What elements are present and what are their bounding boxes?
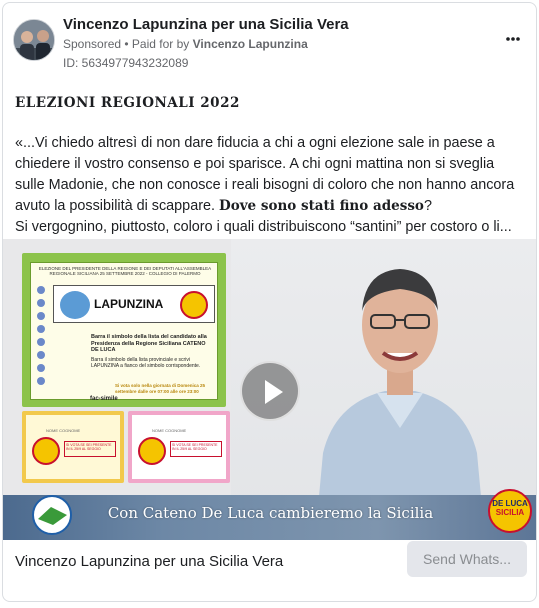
ballot-card-label: NOME COGNOME bbox=[152, 428, 187, 433]
ballot-party-logos bbox=[34, 283, 48, 393]
ballot-card-inner: NOME COGNOME SI VOTA SE SEI PRESENTE IN … bbox=[26, 415, 120, 479]
video-caption: Con Cateno De Luca cambieremo la Sicilia bbox=[107, 504, 434, 522]
ballot-instruction-2: Barra il simbolo della lista provinciale… bbox=[91, 357, 201, 369]
sicilia-vera-logo bbox=[60, 291, 90, 319]
sponsored-line: Sponsored • Paid for by Vincenzo Lapunzi… bbox=[63, 37, 308, 51]
page-name-link[interactable]: Vincenzo Lapunzina per una Sicilia Vera bbox=[63, 16, 349, 33]
ballot-sheet: ELEZIONE DEL PRESIDENTE DELLA REGIONE E … bbox=[30, 262, 218, 400]
party-logo bbox=[37, 338, 45, 346]
ballot-card-yellow: NOME COGNOME SI VOTA SE SEI PRESENTE IN … bbox=[22, 411, 124, 483]
deluca-small-logo bbox=[138, 437, 166, 465]
play-icon[interactable] bbox=[240, 361, 300, 421]
deluca-logo-line2: SICILIA bbox=[495, 508, 525, 517]
ballot-card-red-text: SI VOTA SE SEI PRESENTE IN IL 25/9 AL SE… bbox=[170, 441, 222, 457]
party-logo bbox=[37, 325, 45, 333]
more-options-button[interactable] bbox=[506, 29, 520, 41]
deluca-logo: DE LUCA SICILIA bbox=[488, 489, 532, 533]
video-media[interactable]: ELEZIONE DEL PRESIDENTE DELLA REGIONE E … bbox=[3, 239, 536, 540]
ballot-instruction-3: Si vota solo nella giornata di Domenica … bbox=[115, 383, 206, 394]
ad-card: Vincenzo Lapunzina per una Sicilia Vera … bbox=[2, 2, 537, 602]
footer-title[interactable]: Vincenzo Lapunzina per una Sicilia Vera bbox=[15, 553, 283, 570]
party-logo bbox=[37, 286, 45, 294]
avatar-image bbox=[14, 20, 54, 60]
ballot-header: ELEZIONE DEL PRESIDENTE DELLA REGIONE E … bbox=[38, 266, 212, 276]
ballot-card-red-text: SI VOTA SE SEI PRESENTE IN IL 25/9 AL SE… bbox=[64, 441, 116, 457]
ballot-card-label: NOME COGNOME bbox=[46, 428, 81, 433]
ad-body-paragraph: «...Vi chiedo altresì di non dare fiduci… bbox=[15, 133, 527, 217]
deluca-small-logo bbox=[180, 291, 208, 319]
party-logo bbox=[37, 312, 45, 320]
body-text-part2: ? bbox=[423, 198, 432, 214]
page-avatar[interactable] bbox=[13, 19, 55, 61]
ad-id: ID: 5634977943232089 bbox=[63, 56, 189, 70]
separator-dot: • bbox=[121, 37, 132, 51]
ballot-instruction-1: Barra il simbolo della lista del candida… bbox=[91, 334, 207, 353]
ad-body-title: ELEZIONI REGIONALI 2022 bbox=[15, 95, 240, 111]
send-whatsapp-button[interactable]: Send Whats... bbox=[407, 541, 527, 577]
party-logo bbox=[37, 351, 45, 359]
paid-for-name: Vincenzo Lapunzina bbox=[192, 37, 308, 51]
sponsored-label: Sponsored bbox=[63, 37, 122, 51]
facsimile-label: fac-simile bbox=[90, 396, 118, 402]
party-logo bbox=[37, 299, 45, 307]
more-horizontal-icon bbox=[506, 37, 520, 41]
deluca-logo-line1: DE LUCA bbox=[492, 499, 528, 508]
paid-for-prefix: Paid for by bbox=[131, 37, 193, 51]
party-logo bbox=[37, 364, 45, 372]
ad-body-line2: Si vergognino, piuttosto, coloro i quali… bbox=[15, 219, 512, 235]
ballot-card-inner: NOME COGNOME SI VOTA SE SEI PRESENTE IN … bbox=[132, 415, 226, 479]
deluca-small-logo bbox=[32, 437, 60, 465]
ballot-card-pink: NOME COGNOME SI VOTA SE SEI PRESENTE IN … bbox=[128, 411, 230, 483]
body-text-bold: Dove sono stati fino adesso bbox=[219, 198, 424, 214]
party-logo bbox=[37, 377, 45, 385]
ballot-candidate-name: LAPUNZINA bbox=[94, 297, 164, 311]
ballot-image: ELEZIONE DEL PRESIDENTE DELLA REGIONE E … bbox=[22, 253, 226, 407]
ballot-candidate-box: LAPUNZINA bbox=[53, 285, 215, 323]
ad-body-text: ELEZIONI REGIONALI 2022 «...Vi chiedo al… bbox=[15, 93, 527, 238]
ad-header: Vincenzo Lapunzina per una Sicilia Vera … bbox=[3, 3, 536, 83]
